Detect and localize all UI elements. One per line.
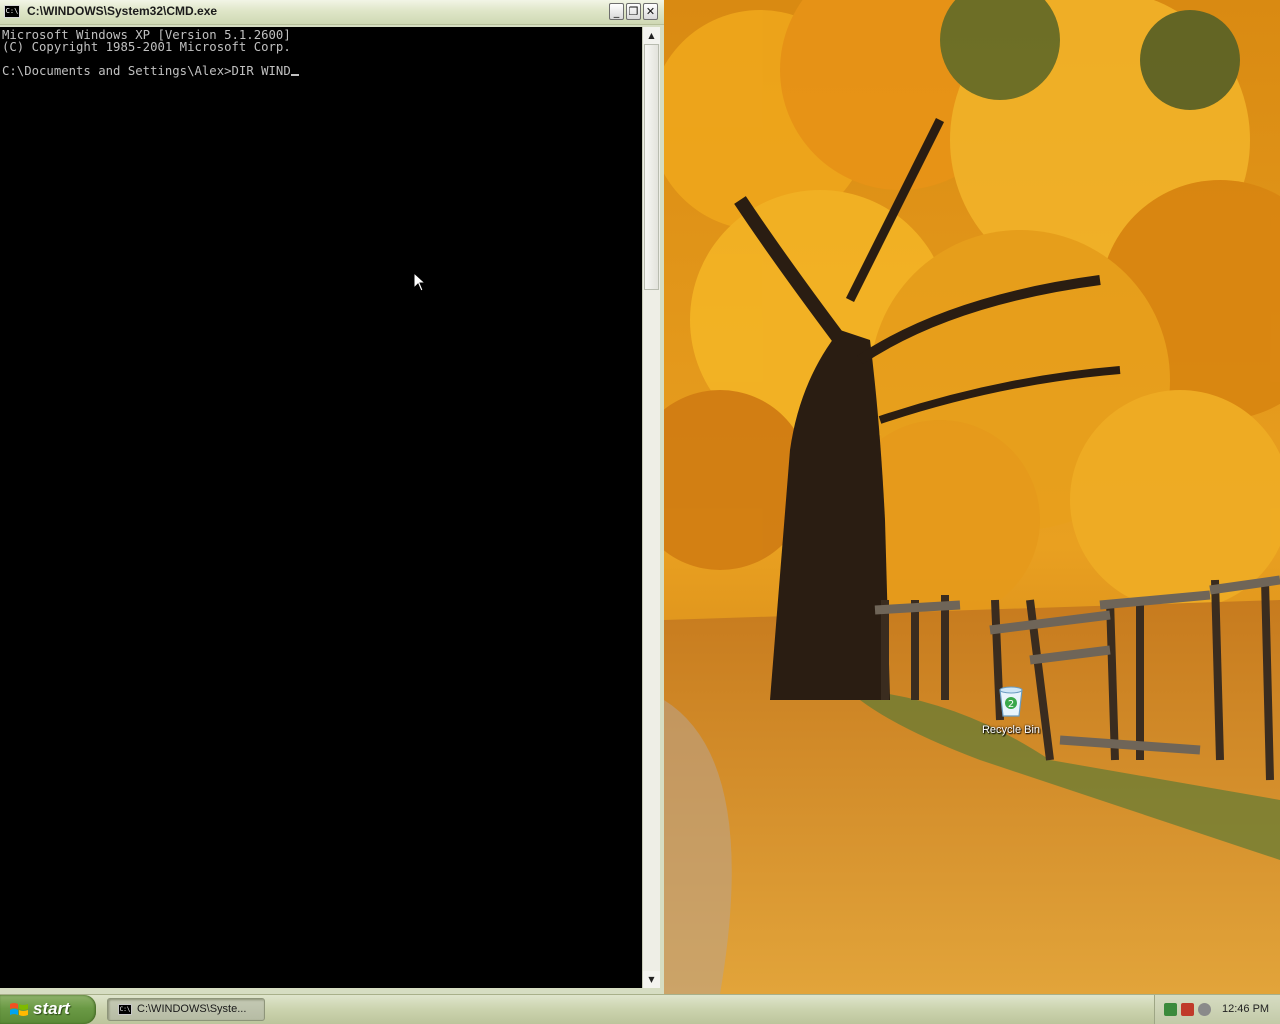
cmd-icon: C:\ <box>118 1004 132 1015</box>
scroll-down-button[interactable]: ▼ <box>643 971 660 988</box>
volume-icon[interactable] <box>1198 1003 1211 1016</box>
recycle-bin-label: Recycle Bin <box>981 724 1041 736</box>
recycle-bin-shortcut[interactable]: 2 Recycle Bin <box>978 684 1044 736</box>
system-tray: 12:46 PM <box>1154 995 1280 1024</box>
svg-text:2: 2 <box>1008 699 1014 710</box>
console-window: C:\ C:\WINDOWS\System32\CMD.exe _ ❐ ✕ Mi… <box>0 0 664 994</box>
minimize-button[interactable]: _ <box>609 3 624 20</box>
window-titlebar[interactable]: C:\ C:\WINDOWS\System32\CMD.exe _ ❐ ✕ <box>0 0 664 25</box>
scrollbar-thumb[interactable] <box>644 44 659 290</box>
cmd-icon: C:\ <box>4 5 20 18</box>
mouse-pointer-icon <box>413 272 425 292</box>
window-title: C:\WINDOWS\System32\CMD.exe <box>27 4 218 18</box>
text-cursor <box>290 65 299 76</box>
recycle-bin-icon: 2 <box>999 686 1023 717</box>
restore-button[interactable]: ❐ <box>626 3 641 20</box>
taskbar-button-cmd[interactable]: C:\ C:\WINDOWS\Syste... <box>107 998 265 1021</box>
console-line-copyright: (C) Copyright 1985-2001 Microsoft Corp. <box>2 40 291 54</box>
start-label: start <box>33 999 70 1018</box>
console-prompt: C:\Documents and Settings\Alex> <box>2 64 232 78</box>
console-command[interactable]: DIR WIND <box>232 64 291 78</box>
console-output[interactable]: Microsoft Windows XP [Version 5.1.2600] … <box>0 27 642 988</box>
clock[interactable]: 12:46 PM <box>1222 1003 1269 1015</box>
scroll-up-button[interactable]: ▲ <box>643 27 660 44</box>
vertical-scrollbar[interactable]: ▲ ▼ <box>642 27 660 988</box>
network-icon[interactable] <box>1164 1003 1177 1016</box>
security-alert-icon[interactable] <box>1181 1003 1194 1016</box>
close-button[interactable]: ✕ <box>643 3 658 20</box>
taskbar: start C:\ C:\WINDOWS\Syste... 12:46 PM <box>0 994 1280 1024</box>
taskbar-button-label: C:\WINDOWS\Syste... <box>137 1003 247 1015</box>
windows-flag-icon <box>10 1003 28 1016</box>
start-button[interactable]: start <box>0 995 96 1024</box>
